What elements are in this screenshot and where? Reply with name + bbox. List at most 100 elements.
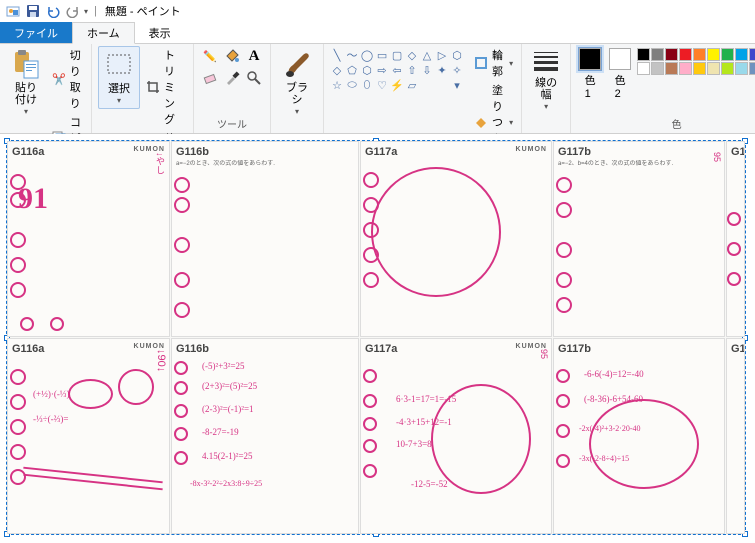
sheet-id: G116a <box>12 146 44 158</box>
outline-icon <box>474 55 488 71</box>
worksheet: G116aKUMON ↓90↓ (+½)·(-⅓) -⅓÷(-⅔)= <box>7 338 170 534</box>
save-icon[interactable] <box>24 2 42 20</box>
trim-button[interactable]: トリミング <box>144 46 187 128</box>
color-palette[interactable] <box>637 46 755 75</box>
palette-swatch[interactable] <box>735 62 748 75</box>
pencil-tool[interactable]: ✏️ <box>200 46 220 66</box>
sheet-id: G117a <box>365 343 397 355</box>
paste-button[interactable]: 貼り付け▾ <box>6 46 46 119</box>
palette-swatch[interactable] <box>651 62 664 75</box>
tab-file[interactable]: ファイル <box>0 22 72 43</box>
tools-group-label: ツール <box>200 115 264 133</box>
palette-swatch[interactable] <box>637 48 650 61</box>
sheet-id: G117a <box>365 146 397 158</box>
canvas-content: G116aKUMON 91 ↓やし G116b a=−2のとき、次の式の値をあら… <box>7 141 745 534</box>
canvas-area[interactable]: G116aKUMON 91 ↓やし G116b a=−2のとき、次の式の値をあら… <box>0 134 755 543</box>
brush-label: ブラシ <box>286 82 308 106</box>
palette-swatch[interactable] <box>665 48 678 61</box>
worksheet: G116b (-5)²+3²=25 (2+3)²=(5)²=25 (2-3)²=… <box>171 338 359 534</box>
palette-swatch[interactable] <box>749 48 755 61</box>
worksheet: G117b -6-6(-4)=12=-40 (-8-36)-6+54-60 -2… <box>553 338 725 534</box>
select-button[interactable]: 選択▾ <box>98 46 140 109</box>
colors-group-label: 色 <box>577 115 755 133</box>
paste-label: 貼り付け <box>15 82 37 106</box>
worksheet: G118 <box>726 338 745 534</box>
handwriting: -2x(-4)²+3-2·20-40 <box>579 424 641 433</box>
worksheet: G117aKUMON 95 6·3-1=17=1=-15 -4·3+15+12=… <box>360 338 552 534</box>
tab-view[interactable]: 表示 <box>135 22 185 43</box>
worksheet: G117b a=−2、b=4のとき、次の式の値をあらわす. 95 <box>553 141 725 337</box>
group-shapes: ╲〜◯▭▢◇△▷⬡ ◇⬠⬡⇨⇦⇧⇩✦✧ ☆⬭⬯♡⚡▱▾ 輪郭 ▾ 塗りつぶし ▾… <box>324 44 522 133</box>
score-mark: 91 <box>18 182 48 216</box>
handwriting: -8-27=-19 <box>202 427 239 437</box>
trim-label: トリミング <box>164 47 185 127</box>
undo-icon[interactable] <box>44 2 62 20</box>
color1-button[interactable]: 色 1 <box>577 46 603 102</box>
worksheet: G116b a=−2のとき、次の式の値をあらわす. <box>171 141 359 337</box>
outline-button[interactable]: 輪郭 ▾ <box>472 46 515 80</box>
tab-home[interactable]: ホーム <box>72 22 135 44</box>
brush-icon <box>281 48 313 80</box>
select-label: 選択 <box>108 83 130 95</box>
palette-swatch[interactable] <box>749 62 755 75</box>
worksheet: G117a KUMON <box>360 141 552 337</box>
palette-swatch[interactable] <box>665 62 678 75</box>
fill-icon <box>474 114 488 130</box>
ribbon: 貼り付け▾ ✂️切り取り コピー クリップボード 選択▾ トリミング サイズ変更… <box>0 44 755 134</box>
handwriting: (-5)²+3²=25 <box>202 361 245 371</box>
qat-dropdown-icon[interactable]: ▾ <box>84 7 88 16</box>
sheet-id: G117b <box>558 343 591 355</box>
handwriting: -12-5=-52 <box>411 479 448 489</box>
sheet-brand: KUMON <box>516 146 547 158</box>
worksheet: G118 <box>726 141 745 337</box>
palette-swatch[interactable] <box>735 48 748 61</box>
eyedropper-tool[interactable] <box>222 68 242 88</box>
sheet-brand: KUMON <box>134 146 165 158</box>
bucket-tool[interactable] <box>222 46 242 66</box>
sheet-id: G118 <box>731 343 745 355</box>
selection-rect[interactable]: G116aKUMON 91 ↓やし G116b a=−2のとき、次の式の値をあら… <box>6 140 746 535</box>
cut-label: 切り取り <box>70 47 83 111</box>
scissors-icon: ✂️ <box>52 71 66 87</box>
palette-swatch[interactable] <box>679 62 692 75</box>
group-tools: ✏️ A ツール <box>194 44 271 133</box>
crop-icon <box>146 79 160 95</box>
color2-button[interactable]: 色 2 <box>607 46 633 102</box>
handwriting: 6·3-1=17=1=-15 <box>396 394 456 404</box>
palette-swatch[interactable] <box>693 48 706 61</box>
group-brushes: ブラシ▾ . <box>271 44 324 133</box>
cut-button[interactable]: ✂️ 切り取り <box>50 46 85 112</box>
title-bar: ▾ | 無題 - ペイント <box>0 0 755 22</box>
lineweight-icon <box>532 48 560 75</box>
palette-swatch[interactable] <box>679 48 692 61</box>
palette-swatch[interactable] <box>651 48 664 61</box>
sheet-id: G116b <box>176 343 209 355</box>
shapes-gallery[interactable]: ╲〜◯▭▢◇△▷⬡ ◇⬠⬡⇨⇦⇧⇩✦✧ ☆⬭⬯♡⚡▱▾ <box>330 46 464 92</box>
palette-swatch[interactable] <box>707 48 720 61</box>
palette-swatch[interactable] <box>721 48 734 61</box>
outline-label: 輪郭 <box>492 47 505 79</box>
group-lineweight: 線の幅▾ . <box>522 44 571 133</box>
app-icon[interactable] <box>4 2 22 20</box>
palette-swatch[interactable] <box>707 62 720 75</box>
redo-icon[interactable] <box>64 2 82 20</box>
lineweight-button[interactable]: 線の幅▾ <box>528 46 564 114</box>
handwriting: 10-7+3=8 <box>396 439 432 449</box>
quick-access-toolbar: ▾ | <box>4 2 101 20</box>
palette-swatch[interactable] <box>637 62 650 75</box>
group-colors: 色 1 色 2 色 <box>571 44 755 133</box>
sheet-id: G116a <box>12 343 44 355</box>
handwriting: 4.15(2-1)²=25 <box>202 451 253 461</box>
window-title: 無題 - ペイント <box>105 3 181 19</box>
brush-button[interactable]: ブラシ▾ <box>277 46 317 119</box>
palette-swatch[interactable] <box>721 62 734 75</box>
palette-swatch[interactable] <box>693 62 706 75</box>
eraser-tool[interactable] <box>200 68 220 88</box>
magnifier-tool[interactable] <box>244 68 264 88</box>
color2-label: 色 2 <box>615 72 626 100</box>
worksheet: G116aKUMON 91 ↓やし <box>7 141 170 337</box>
lineweight-label: 線の幅 <box>535 77 557 101</box>
text-tool[interactable]: A <box>244 46 264 66</box>
color1-swatch <box>579 48 601 70</box>
sheet-id: G116b <box>176 146 209 158</box>
